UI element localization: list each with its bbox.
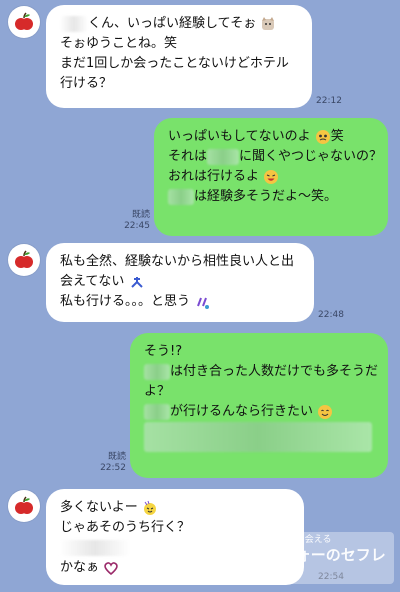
redacted-text xyxy=(60,539,130,556)
apple-icon xyxy=(15,496,33,514)
dancing-emoji-icon xyxy=(130,276,143,288)
redacted-name xyxy=(144,403,170,420)
apple-icon xyxy=(15,250,33,268)
laughing-emoji-icon xyxy=(143,500,156,515)
redacted-name xyxy=(168,188,194,205)
cat-emoji-icon xyxy=(262,16,275,30)
message-bubble-4[interactable]: そう!? は付き合った人数だけでも多そうだ よ？ が行けるんなら行きたい xyxy=(130,333,388,478)
avatar-apple[interactable] xyxy=(8,6,40,38)
message-text: 会えてない xyxy=(60,274,125,289)
redacted-name xyxy=(60,15,88,32)
heart-icon xyxy=(104,561,118,575)
message-text: 多くないよー xyxy=(60,500,138,515)
message-text: おれは行けるよ xyxy=(168,169,260,184)
watermark: 既婚者でも出会える アラフォーのセフレ学 xyxy=(206,532,394,584)
avatar-apple[interactable] xyxy=(8,244,40,276)
message-text: は付き合った人数だけでも多そうだ xyxy=(170,364,379,379)
redacted-name xyxy=(207,148,240,165)
message-text: に聞くやつじゃないの？ xyxy=(239,149,383,164)
message-text: いっぱいもしてないのよ xyxy=(168,129,311,144)
message-text: そう!? xyxy=(144,344,183,359)
timestamp: 22:12 xyxy=(316,96,342,106)
sparkle-emoji-icon xyxy=(197,297,210,309)
message-text: そぉゆうことね。笑 xyxy=(60,36,178,51)
timestamp: 22:48 xyxy=(318,310,344,320)
read-receipt: 既読 22:52 xyxy=(100,452,126,473)
redacted-text xyxy=(144,422,372,452)
message-text: くん、いっぱい経験してそぉ xyxy=(88,16,257,31)
message-text: 行ける？ xyxy=(60,76,113,91)
apple-icon xyxy=(15,12,33,30)
message-text: それは xyxy=(168,149,208,164)
message-text: よ？ xyxy=(144,384,171,399)
watermark-line1: 既婚者でも出会える xyxy=(250,535,332,545)
message-text: が行けるんなら行きたい xyxy=(170,404,314,419)
message-text: は経験多そうだよ〜笑。 xyxy=(194,189,338,204)
message-text: 私も全然、経験ないから相性良い人と出 xyxy=(60,254,295,269)
smile-emoji-icon xyxy=(318,404,333,419)
watermark-line2: アラフォーのセフレ学 xyxy=(250,546,386,582)
message-text: かなぁ xyxy=(60,560,100,575)
message-bubble-1[interactable]: くん、いっぱい経験してそぉ そぉゆうことね。笑 まだ1回しか会ったことないけどホ… xyxy=(46,5,312,108)
message-text: 笑 xyxy=(330,129,344,144)
teary-face-emoji-icon xyxy=(315,129,330,144)
message-bubble-2[interactable]: いっぱいもしてないのよ 笑 それは に聞くやつじゃないの？ おれは行けるよ は経験… xyxy=(154,118,388,236)
message-text: 私も行ける。。。と思う xyxy=(60,294,191,309)
read-receipt: 既読 22:45 xyxy=(124,210,150,231)
avatar-apple[interactable] xyxy=(8,490,40,522)
watermark-logo-icon xyxy=(214,542,245,574)
message-bubble-3[interactable]: 私も全然、経験ないから相性良い人と出 会えてない 私も行ける。。。と思う xyxy=(46,243,314,322)
grin-emoji-icon xyxy=(264,169,279,184)
redacted-name xyxy=(144,363,170,380)
message-text: まだ1回しか会ったことないけどホテル xyxy=(60,56,289,71)
